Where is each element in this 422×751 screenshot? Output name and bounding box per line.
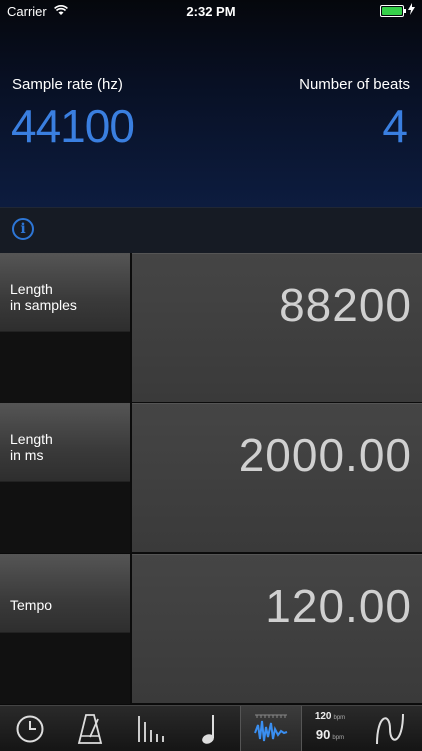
row-length-samples: Length in samples 88200 — [0, 253, 422, 403]
row-left-filler — [0, 482, 130, 553]
sample-rate-label: Sample rate (hz) — [12, 76, 123, 93]
row-value-panel[interactable]: 2000.00 — [132, 403, 422, 552]
row-value: 120.00 — [265, 580, 412, 632]
row-label-button[interactable]: Tempo — [0, 554, 130, 633]
bpm-top: 120 bpm — [314, 711, 346, 722]
row-left-filler — [0, 633, 130, 704]
row-length-ms: Length in ms 2000.00 — [0, 403, 422, 553]
info-icon[interactable]: i — [12, 218, 34, 240]
sample-rate-value[interactable]: 44100 — [11, 99, 135, 153]
row-label: Tempo — [10, 597, 53, 613]
tab-waveform[interactable] — [240, 706, 302, 751]
note-icon — [202, 714, 214, 744]
clock-time: 2:32 PM — [186, 4, 236, 19]
tab-clock[interactable] — [0, 706, 60, 751]
waveform-icon — [254, 714, 288, 741]
info-strip: i — [0, 207, 422, 253]
curve-icon — [376, 713, 404, 744]
row-left-filler — [0, 332, 130, 403]
tab-note[interactable] — [180, 706, 240, 751]
charging-icon — [408, 3, 415, 18]
tab-curve[interactable] — [360, 706, 420, 751]
row-value-panel[interactable]: 120.00 — [132, 554, 422, 703]
row-value: 2000.00 — [238, 429, 412, 481]
header-panel: Sample rate (hz) Number of beats 44100 4 — [0, 0, 422, 207]
row-label-button[interactable]: Length in samples — [0, 253, 130, 332]
clock-icon — [16, 715, 44, 742]
beats-label: Number of beats — [299, 76, 410, 93]
row-label-button[interactable]: Length in ms — [0, 403, 130, 482]
tab-bar: 120 bpm 90 bpm — [0, 705, 422, 751]
bars-icon — [138, 715, 164, 742]
status-bar: Carrier 2:32 PM — [0, 0, 422, 22]
metronome-icon — [77, 713, 103, 744]
row-label: Length in samples — [10, 281, 77, 313]
battery-icon — [380, 5, 406, 17]
beats-value[interactable]: 4 — [382, 99, 408, 153]
row-tempo: Tempo 120.00 — [0, 554, 422, 704]
tab-bars[interactable] — [120, 706, 180, 751]
row-value: 88200 — [279, 279, 412, 331]
bpm-bottom: 90 bpm — [315, 727, 345, 742]
row-label: Length in ms — [10, 431, 53, 463]
row-value-panel[interactable]: 88200 — [132, 253, 422, 402]
tab-metronome[interactable] — [60, 706, 120, 751]
tab-bpm[interactable]: 120 bpm 90 bpm — [300, 706, 360, 751]
